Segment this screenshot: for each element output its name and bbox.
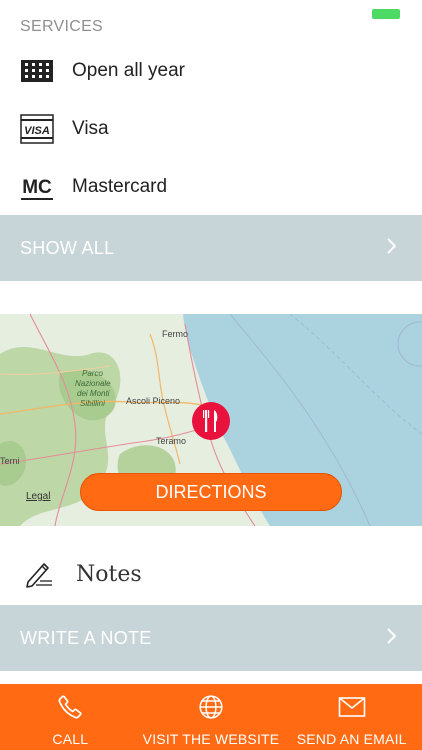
visa-card-icon: VISA: [20, 112, 54, 146]
notes-header: Notes: [0, 548, 422, 600]
map-label-terni: Terni: [0, 456, 20, 466]
map-legal-link[interactable]: Legal: [26, 491, 50, 502]
show-all-label: SHOW ALL: [20, 237, 115, 258]
write-note-button[interactable]: WRITE A NOTE: [0, 605, 422, 671]
map-label-parco: Parco: [82, 369, 103, 378]
map-label-teramo: Teramo: [156, 436, 186, 446]
send-email-button[interactable]: SEND AN EMAIL: [281, 684, 422, 750]
chevron-right-icon: [386, 627, 397, 649]
service-item-mastercard: MC Mastercard: [0, 158, 422, 216]
mastercard-icon: MC: [20, 170, 54, 204]
write-note-label: WRITE A NOTE: [20, 627, 152, 648]
service-label: Mastercard: [72, 176, 168, 197]
service-item-visa: VISA Visa: [0, 100, 422, 158]
send-email-label: SEND AN EMAIL: [296, 731, 407, 747]
svg-text:VISA: VISA: [24, 125, 50, 137]
envelope-icon: [338, 694, 366, 723]
svg-text:MC: MC: [22, 177, 52, 198]
map-label-dei-monti: dei Monti: [77, 389, 110, 398]
directions-button[interactable]: DIRECTIONS: [80, 473, 342, 511]
chevron-right-icon: [386, 237, 397, 259]
map-label-sibillini: Sibillini: [80, 399, 105, 408]
phone-icon: [57, 694, 83, 723]
calendar-grid-icon: [20, 54, 54, 88]
pencil-icon: [24, 560, 54, 588]
globe-icon: [198, 694, 224, 723]
bottom-action-bar: CALL VISIT THE WEBSITE SEND AN EMAIL: [0, 684, 422, 750]
service-label: Open all year: [72, 60, 186, 81]
map-label-ascoli: Ascoli Piceno: [126, 396, 180, 406]
call-label: CALL: [52, 731, 89, 747]
notes-title: Notes: [76, 561, 142, 587]
call-button[interactable]: CALL: [0, 684, 141, 750]
service-item-open-all-year: Open all year: [0, 42, 422, 100]
services-title: SERVICES: [20, 18, 104, 35]
visit-website-label: VISIT THE WEBSITE: [142, 731, 280, 747]
map-label-fermo: Fermo: [162, 329, 188, 339]
map-label-nazionale: Nazionale: [75, 379, 111, 388]
restaurant-marker[interactable]: [192, 402, 230, 440]
service-label: Visa: [72, 118, 109, 139]
visit-website-button[interactable]: VISIT THE WEBSITE: [141, 684, 282, 750]
show-all-button[interactable]: SHOW ALL: [0, 215, 422, 281]
battery-indicator: [372, 9, 400, 19]
